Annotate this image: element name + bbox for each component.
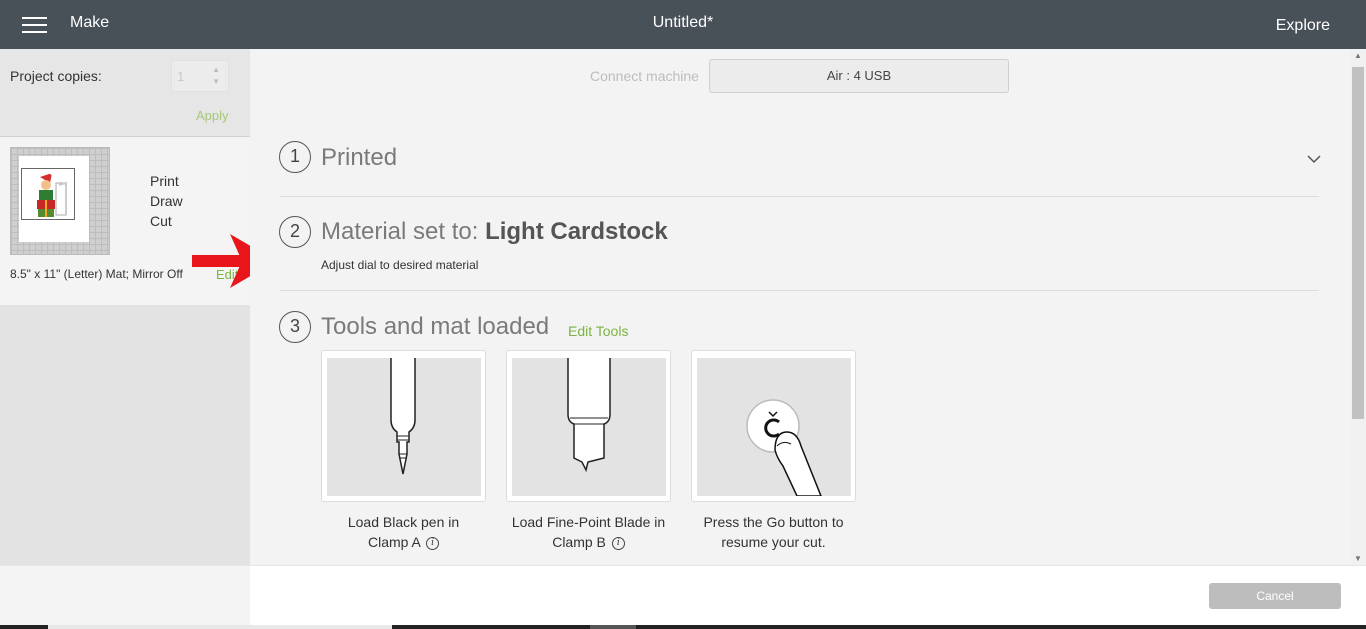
caption-line: Load Fine-Point Blade in <box>511 514 666 530</box>
scroll-up-icon[interactable]: ▲ <box>1354 51 1362 60</box>
mat-operations-list: Print Draw Cut <box>150 171 183 231</box>
material-prefix: Material set to: <box>321 218 486 245</box>
mat-info-text: 8.5" x 11" (Letter) Mat; Mirror Off <box>10 267 183 281</box>
caption-line: Clamp B i <box>506 532 671 552</box>
step-title-tools: Tools and mat loaded <box>321 313 550 340</box>
operation-cut: Cut <box>150 213 172 229</box>
project-copies-stepper[interactable]: 1 ▲ ▼ <box>171 60 229 92</box>
main-panel: Connect machine Air : 4 USB 1 Printed 2 … <box>250 49 1350 565</box>
top-bar: Make Untitled* Explore <box>0 0 1366 49</box>
divider <box>280 290 1319 291</box>
step-number-3: 3 <box>279 311 311 343</box>
chevron-down-icon[interactable] <box>1307 152 1321 166</box>
edit-tools-link[interactable]: Edit Tools <box>568 323 628 339</box>
cancel-button[interactable]: Cancel <box>1209 583 1341 609</box>
tool-card-blade <box>506 350 671 502</box>
tool-caption-blade: Load Fine-Point Blade in Clamp B i <box>506 512 671 552</box>
document-title: Untitled* <box>652 14 714 31</box>
divider <box>280 196 1319 197</box>
operation-print: Print <box>150 173 179 189</box>
fine-point-blade-icon <box>512 358 666 496</box>
black-pen-icon <box>327 358 481 496</box>
step-title-printed[interactable]: Printed <box>321 144 397 172</box>
bottom-strip <box>0 625 1366 629</box>
apply-button[interactable]: Apply <box>196 108 229 123</box>
scroll-down-icon[interactable]: ▼ <box>1354 554 1362 563</box>
tool-card-go <box>691 350 856 502</box>
caption-clamp: Clamp B <box>552 534 606 550</box>
caption-clamp: Clamp A <box>367 534 421 550</box>
explore-button[interactable]: Explore <box>1276 17 1330 35</box>
tool-card-pen <box>321 350 486 502</box>
footer-left-panel <box>0 566 250 626</box>
info-icon[interactable]: i <box>426 536 440 550</box>
step-title-material: Material set to: Light Cardstock <box>321 218 668 246</box>
caption-line: Clamp A i <box>321 532 486 552</box>
footer-bar: Cancel <box>0 565 1366 626</box>
machine-select[interactable]: Air : 4 USB <box>709 59 1009 93</box>
operation-draw: Draw <box>150 193 183 209</box>
strip-segment <box>48 625 392 629</box>
material-subtitle: Adjust dial to desired material <box>321 258 479 272</box>
main-scrollbar[interactable]: ▲ ▼ <box>1350 49 1366 565</box>
connect-machine-label: Connect machine <box>590 68 699 84</box>
stepper-up-icon[interactable]: ▲ <box>212 65 220 74</box>
caption-line: Press the Go button to <box>703 514 844 530</box>
step-number-1: 1 <box>279 141 311 173</box>
stepper-down-icon[interactable]: ▼ <box>212 77 220 86</box>
mat-thumbnail[interactable] <box>10 147 110 255</box>
go-button-press-icon <box>697 358 851 496</box>
caption-line: resume your cut. <box>721 534 826 550</box>
tool-caption-go: Press the Go button to resume your cut. <box>691 512 856 552</box>
strip-segment <box>590 625 636 629</box>
scrollbar-thumb[interactable] <box>1352 67 1364 419</box>
project-copies-label: Project copies: <box>10 68 102 84</box>
material-name: Light Cardstock <box>485 218 668 245</box>
left-sidebar: Project copies: 1 ▲ ▼ Apply Print Draw C… <box>0 49 250 565</box>
caption-line: Load Black pen in <box>347 514 460 530</box>
info-icon[interactable]: i <box>611 536 625 550</box>
project-copies-value[interactable]: 1 <box>177 69 184 84</box>
design-thumbnail-image <box>21 168 75 220</box>
tool-caption-pen: Load Black pen in Clamp A i <box>321 512 486 552</box>
project-copies-panel: Project copies: 1 ▲ ▼ Apply <box>0 49 250 137</box>
step-number-2: 2 <box>279 216 311 248</box>
mat-paper <box>19 156 89 242</box>
